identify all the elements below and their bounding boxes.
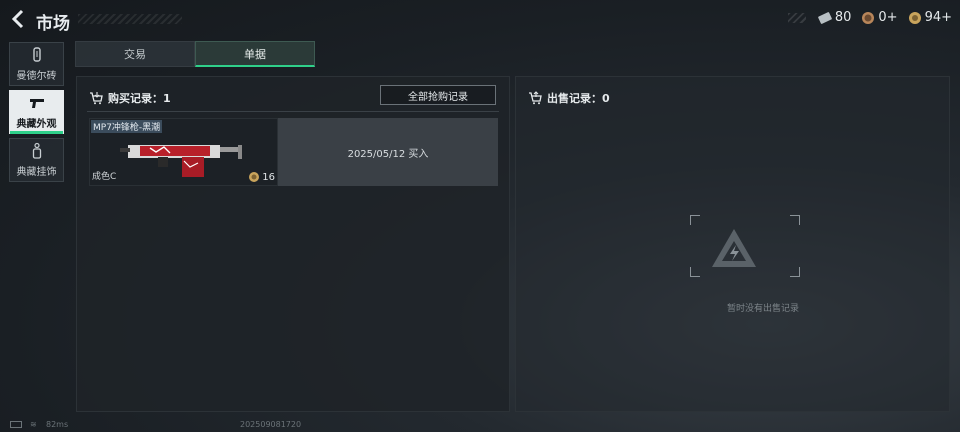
- ticket-icon: [818, 11, 832, 24]
- currency-bar: 80 0+ 94+: [787, 10, 952, 25]
- sidebar-item-label: 曼德尔砖: [16, 71, 57, 82]
- frame-corner: [690, 215, 700, 225]
- currency-ticket-value: 80: [834, 10, 852, 25]
- purchase-record-row[interactable]: MP7冲锋枪-黑潮 成色C 16 2025/05/12 买入: [89, 118, 498, 186]
- currency-ticket[interactable]: 80: [818, 10, 852, 25]
- back-arrow-icon[interactable]: [8, 8, 30, 30]
- title-decoration: [78, 14, 182, 24]
- sidebar-item-label: 典藏外观: [16, 119, 57, 130]
- frame-corner: [690, 267, 700, 277]
- purchase-count-label: 购买记录：1: [108, 92, 171, 105]
- purchase-header: 购买记录：1: [89, 90, 171, 106]
- ping-label: 82ms: [46, 420, 69, 429]
- item-name-label: MP7冲锋枪-黑潮: [91, 120, 163, 133]
- purchase-records-panel: 购买记录：1 全部抢购记录 MP7冲锋枪-黑潮 成色C 16 2025/05/1…: [76, 76, 510, 412]
- sales-header: 出售记录：0: [528, 90, 610, 106]
- item-grade-label: 成色C: [92, 172, 117, 182]
- sales-count-label: 出售记录：0: [547, 92, 610, 105]
- all-snapup-records-button[interactable]: 全部抢购记录: [380, 85, 496, 105]
- item-card: MP7冲锋枪-黑潮 成色C 16: [89, 118, 278, 186]
- sidebar-item-skins[interactable]: 典藏外观: [9, 90, 64, 134]
- currency-coin[interactable]: 0+: [861, 10, 898, 25]
- page-title: 市场: [36, 14, 70, 34]
- tab-trade[interactable]: 交易: [75, 41, 195, 67]
- pistol-icon: [29, 99, 44, 108]
- cart-icon: [90, 92, 103, 105]
- top-bar: 市场 80 0+ 94+: [0, 0, 960, 38]
- sales-records-panel: 出售记录：0 暂时没有出售记录: [515, 76, 950, 412]
- item-quantity-value: 16: [262, 171, 275, 183]
- currency-medal-value: 94+: [924, 10, 952, 25]
- currency-coin-value: 0+: [878, 10, 898, 25]
- empty-logo-icon: [712, 229, 756, 267]
- brick-icon: [32, 47, 41, 62]
- empty-state: 暂时没有出售记录: [666, 215, 800, 315]
- purchase-date-label: 2025/05/12 买入: [278, 118, 498, 186]
- battery-icon: [10, 421, 22, 428]
- divider: [87, 111, 499, 112]
- empty-state-text: 暂时没有出售记录: [726, 304, 799, 314]
- sidebar-item-label: 典藏挂饰: [16, 167, 57, 178]
- tab-bar: 交易 单据: [75, 41, 315, 67]
- coin-icon: [862, 11, 875, 24]
- item-quantity: 16: [248, 171, 275, 183]
- charm-icon: [32, 142, 41, 159]
- sidebar-item-charms[interactable]: 典藏挂饰: [9, 138, 64, 182]
- mp7-weapon-image: [120, 145, 242, 177]
- status-bar: ≋ 82ms 202509081720: [0, 418, 960, 432]
- frame-corner: [790, 215, 800, 225]
- tab-orders[interactable]: 单据: [195, 41, 315, 67]
- cart-icon: [529, 91, 542, 105]
- medal-icon: [908, 11, 921, 24]
- currency-decoration: [787, 12, 806, 23]
- wifi-icon: ≋: [30, 420, 37, 429]
- currency-medal[interactable]: 94+: [908, 10, 952, 25]
- medal-icon: [249, 172, 260, 182]
- sidebar-item-brick[interactable]: 曼德尔砖: [9, 42, 64, 86]
- frame-corner: [790, 267, 800, 277]
- category-sidebar: 曼德尔砖 典藏外观 典藏挂饰: [9, 42, 65, 186]
- build-number-label: 202509081720: [240, 420, 302, 429]
